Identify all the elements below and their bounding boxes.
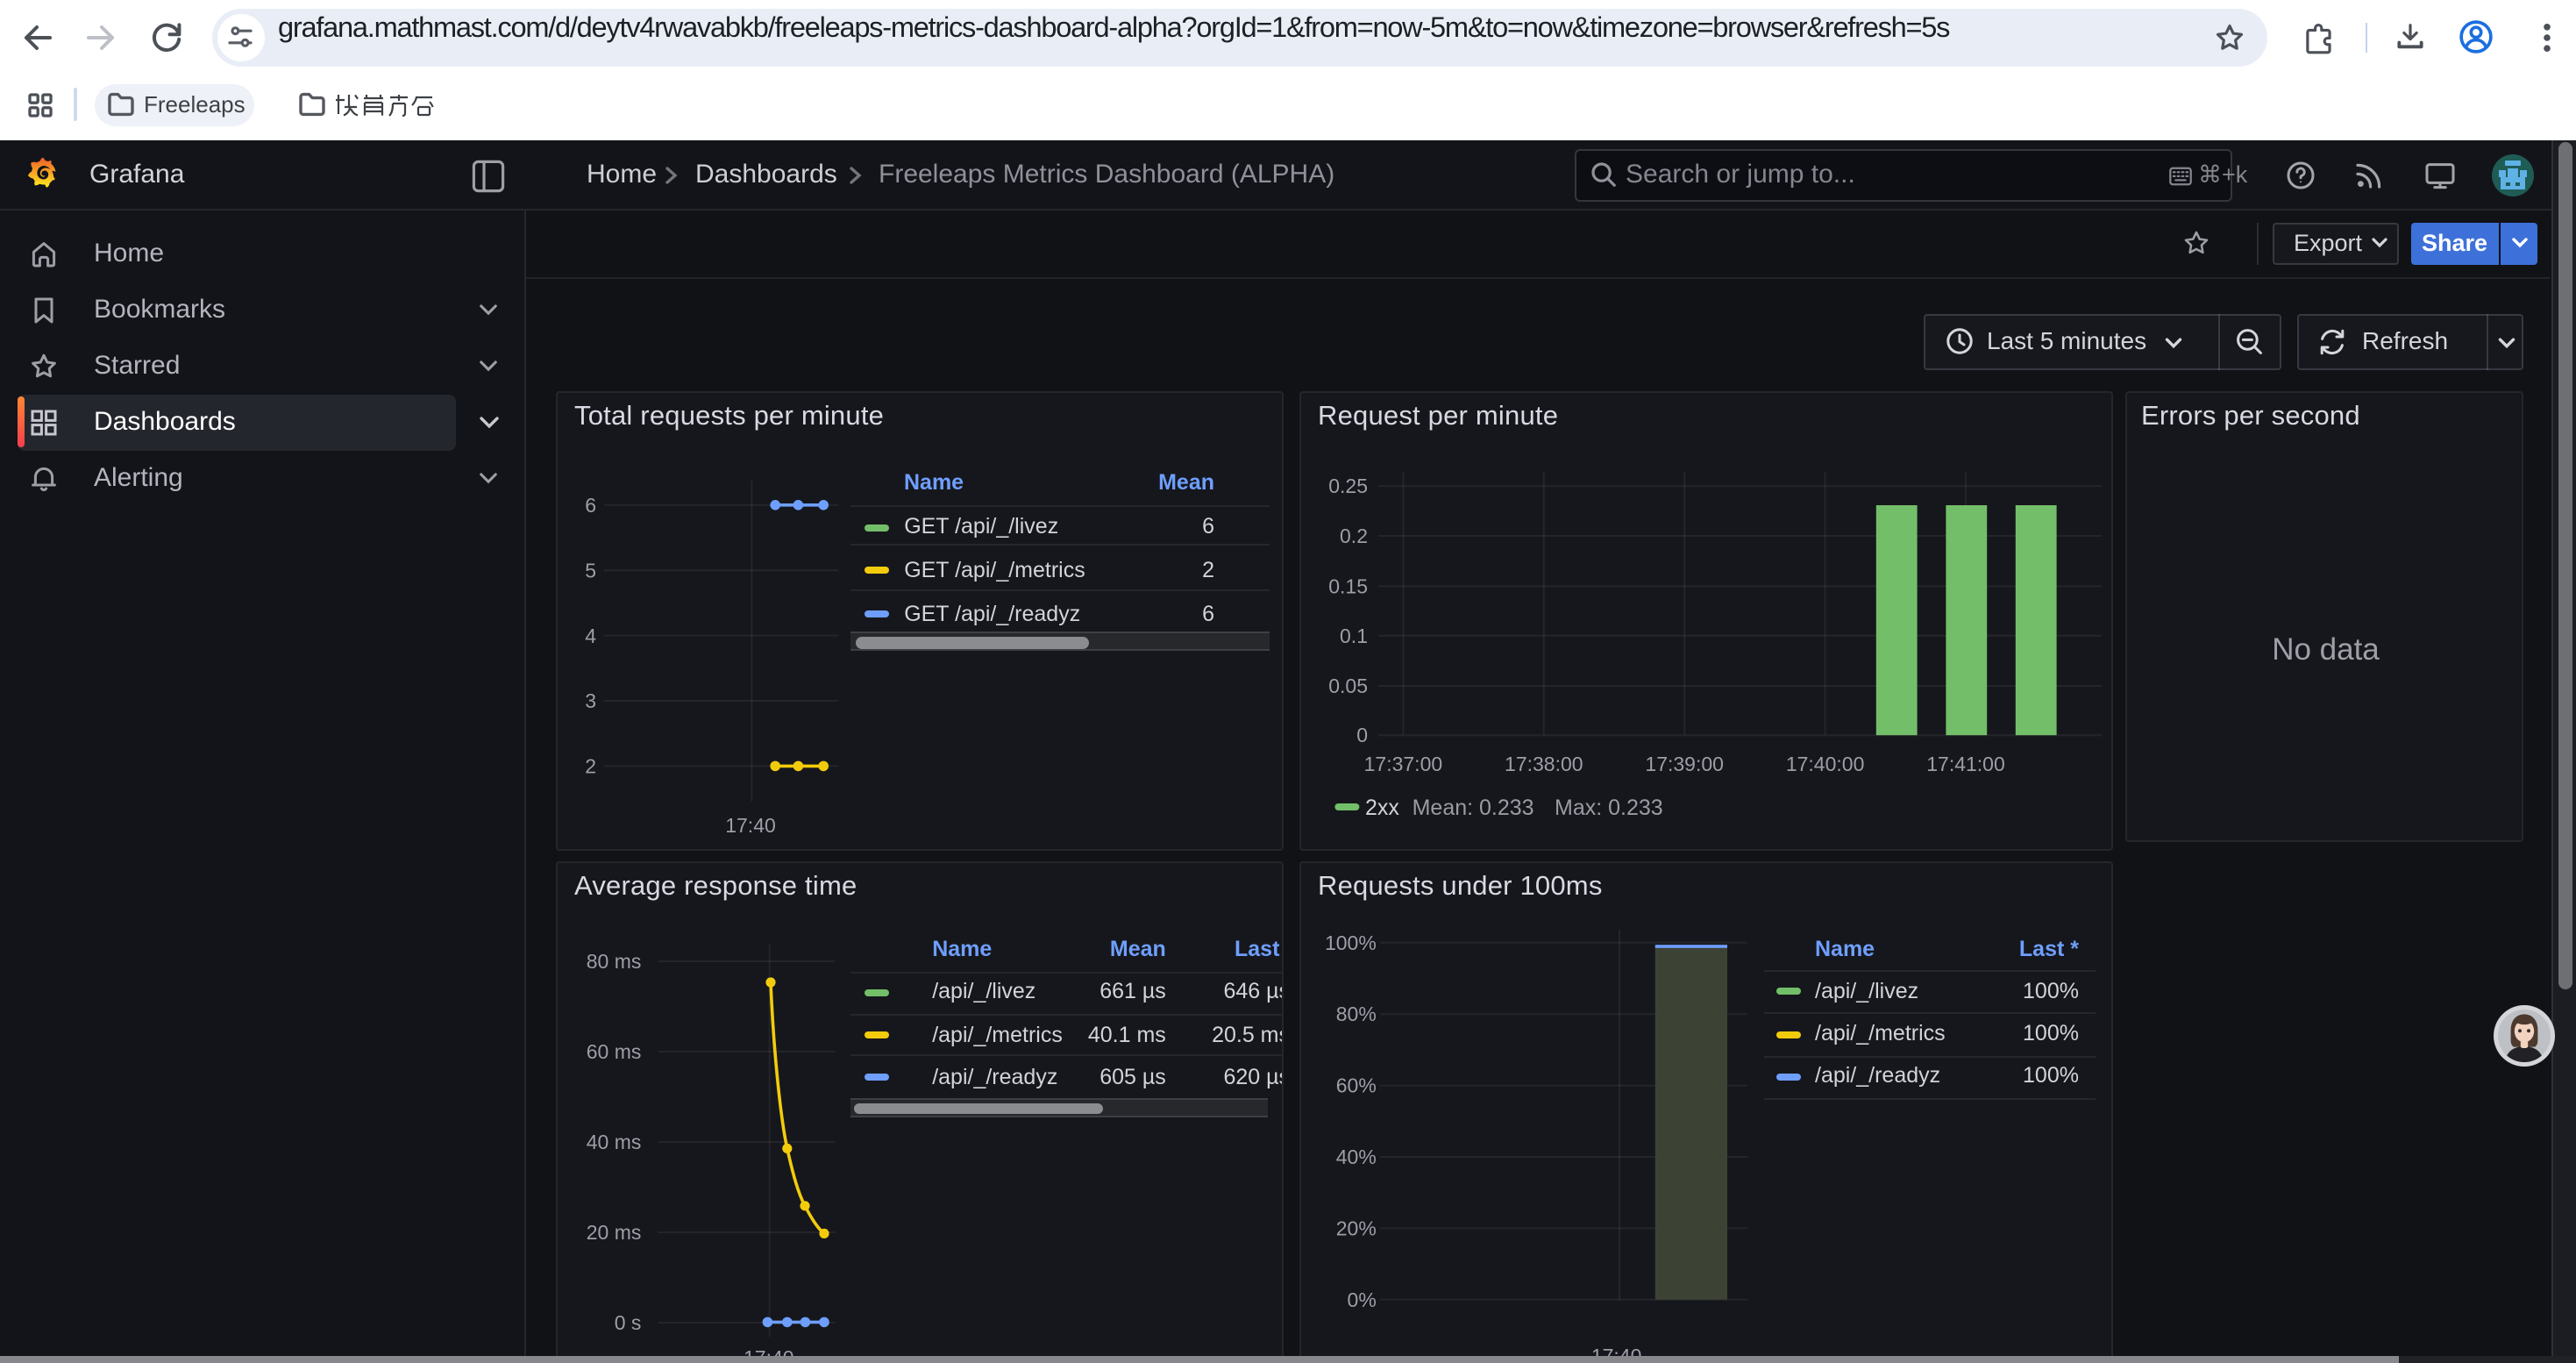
svg-text:17:41:00: 17:41:00 <box>1925 753 2004 775</box>
svg-text:6: 6 <box>584 494 595 517</box>
svg-text:0.15: 0.15 <box>1327 574 1367 597</box>
svg-text:5: 5 <box>584 559 595 582</box>
svg-text:17:37:00: 17:37:00 <box>1363 753 1442 775</box>
svg-text:40%: 40% <box>1335 1145 1376 1167</box>
svg-text:3: 3 <box>584 689 595 712</box>
svg-text:Max: 0.233: Max: 0.233 <box>1554 796 1662 820</box>
svg-text:20 ms: 20 ms <box>586 1220 641 1243</box>
svg-text:17:40: 17:40 <box>724 814 775 837</box>
svg-text:60 ms: 60 ms <box>586 1039 641 1062</box>
svg-text:0.2: 0.2 <box>1339 525 1367 547</box>
svg-text:80 ms: 80 ms <box>586 949 641 972</box>
svg-text:0 s: 0 s <box>614 1310 641 1333</box>
svg-text:Mean: 0.233: Mean: 0.233 <box>1412 796 1534 820</box>
svg-text:17:39:00: 17:39:00 <box>1644 753 1723 775</box>
svg-text:17:38:00: 17:38:00 <box>1504 753 1583 775</box>
svg-text:4: 4 <box>584 624 595 647</box>
svg-text:2: 2 <box>584 755 595 778</box>
svg-text:0: 0 <box>1356 724 1367 746</box>
svg-text:2xx: 2xx <box>1364 796 1398 820</box>
svg-text:60%: 60% <box>1335 1074 1376 1096</box>
svg-text:0.1: 0.1 <box>1339 624 1367 647</box>
svg-text:0.25: 0.25 <box>1327 475 1367 497</box>
svg-text:20%: 20% <box>1335 1216 1376 1238</box>
svg-text:17:40:00: 17:40:00 <box>1785 753 1864 775</box>
svg-text:100%: 100% <box>1324 931 1376 953</box>
svg-text:80%: 80% <box>1335 1002 1376 1024</box>
svg-text:0%: 0% <box>1347 1288 1376 1310</box>
svg-text:40 ms: 40 ms <box>586 1130 641 1152</box>
svg-text:0.05: 0.05 <box>1327 674 1367 697</box>
